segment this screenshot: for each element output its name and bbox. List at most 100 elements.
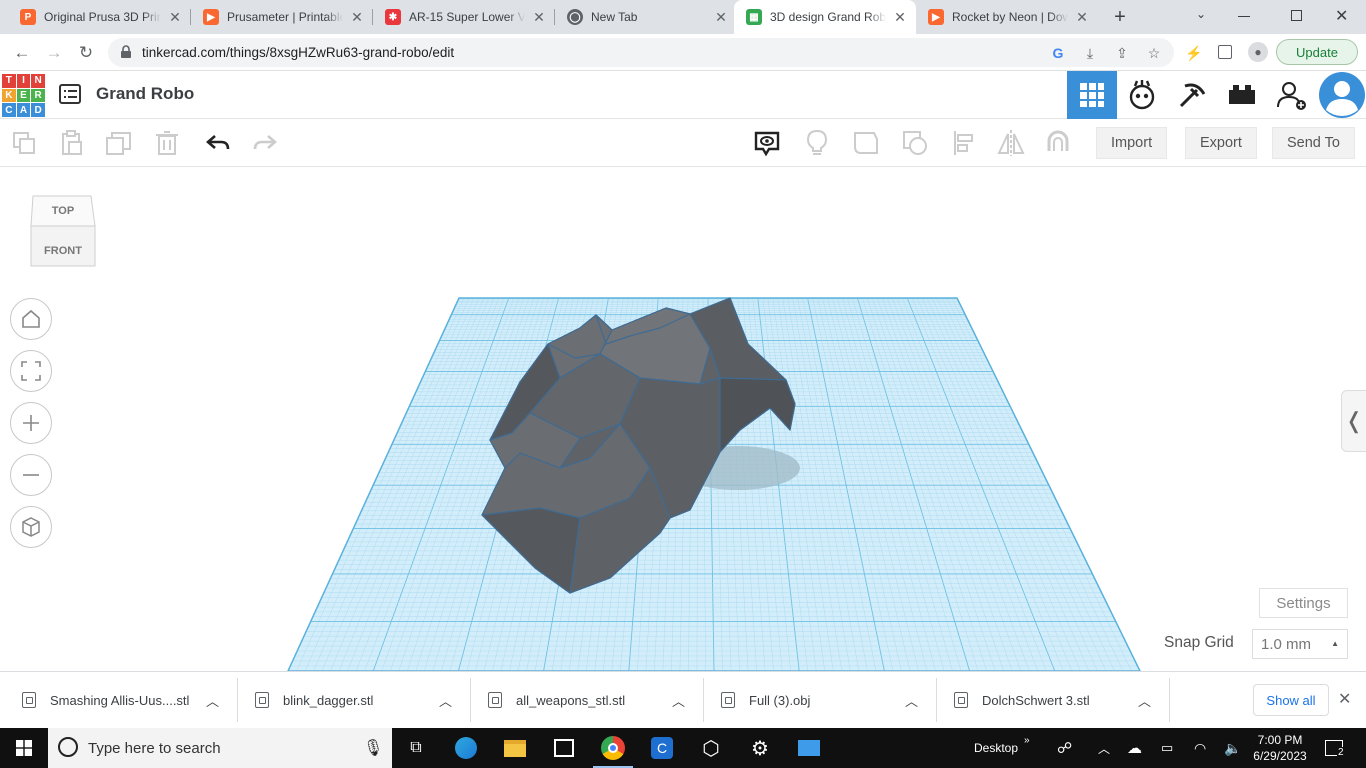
show-all-downloads-button[interactable]: Show all [1253,684,1329,716]
new-tab-plus-icon[interactable]: + [1108,5,1132,29]
group-button[interactable] [852,129,880,157]
desktop-toolbar-label[interactable]: Desktop [974,728,1018,768]
bricks-view-button[interactable] [1167,71,1217,119]
cruise-button[interactable] [1044,129,1072,157]
extension-icon[interactable]: ⚡ [1185,44,1203,62]
volume-icon[interactable]: 🔈 [1224,728,1241,768]
store-taskbar-button[interactable] [540,728,588,768]
update-button[interactable]: Update [1276,39,1358,65]
google-lens-icon[interactable]: G [1049,44,1067,62]
settings-taskbar-button[interactable]: ⚙ [736,728,784,768]
reload-icon[interactable]: ↻ [74,41,98,65]
download-item[interactable]: Smashing Allis-Uus....stl [22,672,189,728]
close-tab-icon[interactable]: ✕ [892,9,908,26]
download-item[interactable]: DolchSchwert 3.stl [954,672,1090,728]
share-icon[interactable]: ⇪ [1113,44,1131,62]
browser-tab[interactable]: P Original Prusa 3D Printers ✕ [8,0,191,34]
edge-taskbar-button[interactable] [442,728,490,768]
cortana-taskbar-button[interactable]: C [638,728,686,768]
zoom-in-button[interactable] [10,402,52,444]
user-profile-button[interactable] [1317,71,1366,119]
close-window-icon[interactable]: ✕ [1335,6,1348,26]
taskbar-search-box[interactable]: Type here to search 🎙 [48,728,392,768]
close-tab-icon[interactable]: ✕ [1074,9,1090,26]
side-panel-icon[interactable] [1218,45,1232,59]
browser-tab[interactable]: ▶ Rocket by Neon | Download ✕ [916,0,1098,34]
toolbar-expand-icon[interactable]: » [1024,720,1030,760]
chevron-up-icon[interactable]: ︿ [672,672,685,728]
tinkercad-logo[interactable]: T I N K E R C A D [2,74,45,117]
collapse-panel-button[interactable]: ❬ [1341,390,1366,452]
wifi-icon[interactable]: ◠ [1194,728,1206,768]
view-cube-top-face[interactable]: TOP [29,205,97,217]
blocks-view-button[interactable] [1117,71,1167,119]
zoom-out-button[interactable] [10,454,52,496]
workplane-canvas[interactable] [0,168,1366,671]
show-hidden-icons-chevron-icon[interactable]: ︿ [1098,728,1110,768]
show-all-button[interactable] [803,129,831,157]
browser-tab[interactable]: ◯ New Tab ✕ [555,0,737,34]
mirror-button[interactable] [997,129,1025,157]
undo-button[interactable] [204,129,232,157]
notifications-button[interactable]: 2 [1325,728,1345,768]
3d-design-view-button[interactable] [1067,71,1117,119]
tab-search-chevron-icon[interactable]: ⌄ [1196,7,1206,21]
close-tab-icon[interactable]: ✕ [349,9,365,26]
ungroup-button[interactable] [901,129,929,157]
download-item[interactable]: blink_dagger.stl [255,672,373,728]
bookmark-star-icon[interactable]: ☆ [1145,44,1163,62]
close-tab-icon[interactable]: ✕ [167,9,183,26]
address-bar[interactable]: tinkercad.com/things/8xsgHZwRu63-grand-r… [108,38,1174,67]
back-arrow-icon[interactable]: ← [10,41,34,65]
notes-button[interactable] [753,129,781,157]
browser-tab-active[interactable]: ▦ 3D design Grand Robo ✕ [734,0,916,34]
close-tab-icon[interactable]: ✕ [531,9,547,26]
view-cube[interactable]: TOP FRONT [29,194,97,275]
start-button[interactable] [0,728,48,768]
chevron-up-icon[interactable]: ︿ [1138,672,1151,728]
3d-viewer-taskbar-button[interactable]: ⬡ [687,728,735,768]
profile-avatar-icon[interactable]: ● [1248,42,1268,62]
design-list-icon[interactable] [59,84,81,109]
minimize-window-icon[interactable] [1238,16,1250,17]
export-button[interactable]: Export [1185,127,1257,159]
sim-lab-view-button[interactable] [1217,71,1267,119]
onedrive-cloud-icon[interactable]: ☁ [1127,728,1142,768]
3d-workspace[interactable]: TOP FRONT ❬ Settings Snap Grid 1.0 mm ▲ [0,168,1366,671]
forward-arrow-icon[interactable]: → [42,41,66,65]
file-explorer-taskbar-button[interactable] [491,728,539,768]
settings-button[interactable]: Settings [1259,588,1348,618]
remote-desktop-taskbar-button[interactable] [785,728,833,768]
fit-view-button[interactable] [10,350,52,392]
copy-button[interactable] [10,129,38,157]
chevron-up-icon[interactable]: ︿ [905,672,918,728]
system-clock[interactable]: 7:00 PM 6/29/2023 [1253,732,1307,764]
send-to-button[interactable]: Send To [1272,127,1355,159]
close-downloads-icon[interactable]: ✕ [1338,689,1351,709]
paste-button[interactable] [57,129,85,157]
battery-icon[interactable]: ▭ [1161,728,1173,768]
projection-toggle-button[interactable] [10,506,52,548]
view-cube-front-face[interactable]: FRONT [29,245,97,257]
install-app-icon[interactable]: ⤓ [1081,44,1099,62]
align-button[interactable] [950,129,978,157]
home-view-button[interactable] [10,298,52,340]
snap-grid-select[interactable]: 1.0 mm ▲ [1252,629,1348,659]
invite-user-button[interactable] [1267,71,1317,119]
task-view-button[interactable]: ⧉ [392,728,440,768]
redo-button[interactable] [251,129,279,157]
restore-window-icon[interactable] [1291,10,1302,21]
browser-tab[interactable]: ✱ AR-15 Super Lower V3 ✕ [373,0,555,34]
people-icon[interactable]: ☍ [1057,728,1072,768]
download-item[interactable]: all_weapons_stl.stl [488,672,625,728]
browser-tab[interactable]: ▶ Prusameter | Printables ✕ [191,0,373,34]
document-title[interactable]: Grand Robo [96,84,194,104]
delete-button[interactable] [153,129,181,157]
import-button[interactable]: Import [1096,127,1168,159]
chevron-up-icon[interactable]: ︿ [206,672,219,728]
download-item[interactable]: Full (3).obj [721,672,810,728]
close-tab-icon[interactable]: ✕ [713,9,729,26]
microphone-icon[interactable]: 🎙 [363,738,383,758]
chevron-up-icon[interactable]: ︿ [439,672,452,728]
duplicate-button[interactable] [105,129,133,157]
